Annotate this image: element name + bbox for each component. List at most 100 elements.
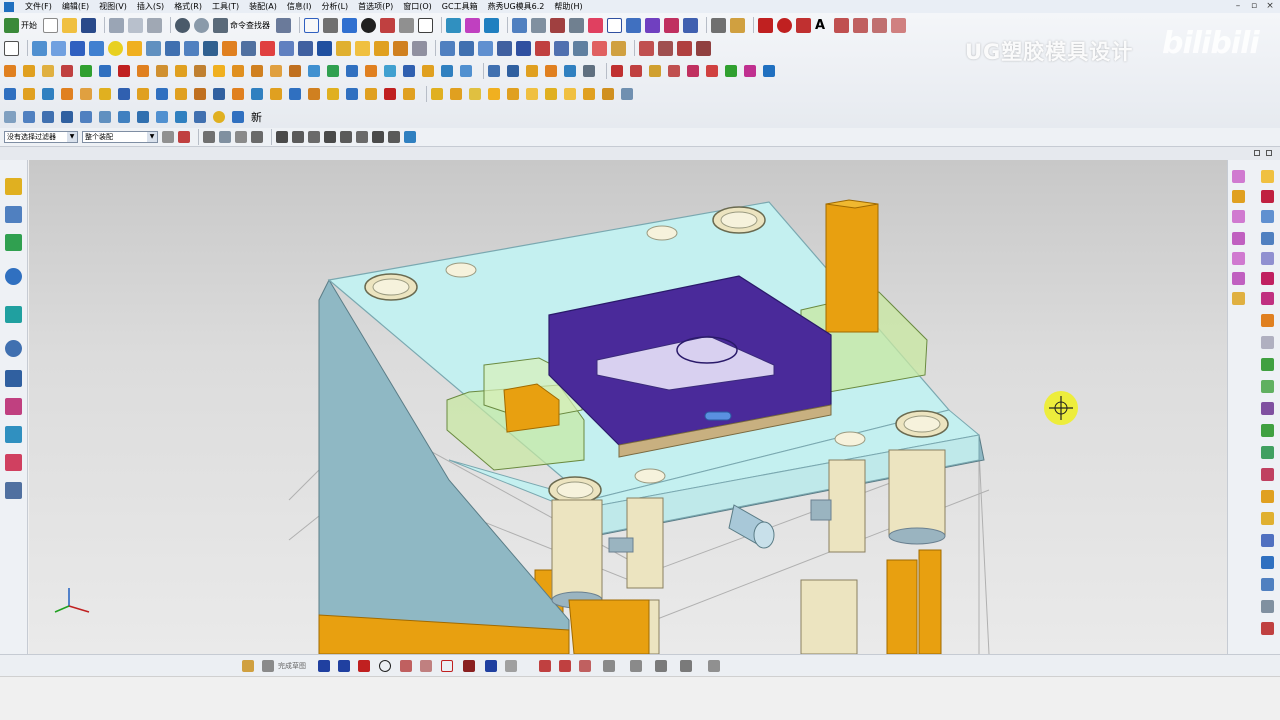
dimension-icon[interactable] [711, 17, 726, 33]
background-icon[interactable] [418, 17, 433, 33]
open-folder-icon[interactable] [62, 17, 77, 33]
mold-tool-6-icon[interactable] [99, 65, 111, 77]
roles-icon[interactable] [5, 454, 22, 471]
parting-icon[interactable] [431, 88, 443, 100]
mold-tool-20-icon[interactable] [365, 65, 377, 77]
sync-icon[interactable] [535, 40, 550, 56]
mold-tool-21-icon[interactable] [384, 65, 396, 77]
mold-tool-19-icon[interactable] [346, 65, 358, 77]
assembly-navigator-icon[interactable] [5, 178, 22, 195]
menu-window[interactable]: 窗口(O) [398, 1, 437, 12]
array-icon[interactable] [118, 111, 130, 123]
menu-information[interactable]: 信息(I) [282, 1, 317, 12]
sketch-icon[interactable] [512, 17, 527, 33]
mold-tool-16-icon[interactable] [289, 65, 301, 77]
snap-existing-icon[interactable] [356, 131, 368, 143]
sphere-icon[interactable] [89, 40, 104, 56]
tool-11-icon[interactable] [1261, 380, 1274, 393]
tool-16-icon[interactable] [1261, 490, 1274, 503]
display-mode-icon[interactable] [361, 17, 376, 33]
mold-wizard-4-icon[interactable] [1232, 232, 1245, 245]
circle-icon[interactable] [379, 660, 391, 672]
mold-tool-25-icon[interactable] [460, 65, 472, 77]
trim-tool-icon[interactable] [270, 88, 282, 100]
mold-tool-5-icon[interactable] [80, 65, 92, 77]
snap-quadrant-icon[interactable] [324, 131, 336, 143]
selection-mode-icon[interactable] [178, 131, 190, 143]
rect-select-icon[interactable] [203, 131, 215, 143]
polygon-icon[interactable] [463, 660, 475, 672]
pull-face-icon[interactable] [554, 40, 569, 56]
menu-yanxiu-mold[interactable]: 燕秀UG模具6.2 [483, 1, 550, 12]
datum-axis-icon[interactable] [550, 17, 565, 33]
undo-icon[interactable] [175, 17, 190, 33]
selection-filter-dropdown[interactable]: 没有选择过滤器 ▼ [4, 131, 78, 143]
cylinder-icon[interactable] [51, 40, 66, 56]
cavity-layout-icon[interactable] [346, 88, 358, 100]
offset-sketch-icon[interactable] [603, 660, 615, 672]
new-text-icon[interactable]: 新 [251, 109, 262, 125]
snap-arc-icon[interactable] [372, 131, 384, 143]
replace-face-icon[interactable] [478, 40, 493, 56]
pocket-icon[interactable] [203, 40, 218, 56]
tool-17-icon[interactable] [1261, 512, 1274, 525]
mold-tool-3-icon[interactable] [42, 65, 54, 77]
redo-icon[interactable] [194, 17, 209, 33]
restore-view-icon[interactable] [1254, 150, 1260, 156]
tool-4-icon[interactable] [1261, 232, 1274, 245]
snap-endpoint-icon[interactable] [276, 131, 288, 143]
mold-tool-34-icon[interactable] [649, 65, 661, 77]
mold-tool-27-icon[interactable] [507, 65, 519, 77]
menu-help[interactable]: 帮助(H) [549, 1, 587, 12]
snap-icon[interactable] [607, 17, 622, 33]
tool-14-icon[interactable] [1261, 446, 1274, 459]
extend-surface-icon[interactable] [545, 88, 557, 100]
chamfer-sketch-icon[interactable] [420, 660, 432, 672]
move-face-icon[interactable] [459, 40, 474, 56]
arrow-up-icon[interactable] [232, 111, 244, 123]
assembly-constraint-icon[interactable] [639, 40, 654, 56]
copy-icon[interactable] [128, 17, 143, 33]
edge-blend-icon[interactable] [336, 40, 351, 56]
cooling-icon[interactable] [99, 88, 111, 100]
line-tool-icon[interactable] [758, 17, 773, 33]
parting-surface-icon[interactable] [469, 88, 481, 100]
snap-center-icon[interactable] [308, 131, 320, 143]
intersect-icon[interactable] [317, 40, 332, 56]
snap-grid-icon[interactable] [23, 111, 35, 123]
revolve-icon[interactable] [146, 40, 161, 56]
lifter-icon[interactable] [137, 88, 149, 100]
minimize-icon[interactable]: – [1230, 0, 1246, 12]
mold-tool-4-icon[interactable] [61, 65, 73, 77]
extrude-icon[interactable] [127, 40, 142, 56]
info-icon[interactable] [276, 17, 291, 33]
mirror-sketch-icon[interactable] [630, 660, 642, 672]
bom-icon[interactable] [194, 88, 206, 100]
pad-icon[interactable] [222, 40, 237, 56]
shrinkage-icon[interactable] [384, 88, 396, 100]
mold-tool-13-icon[interactable] [232, 65, 244, 77]
mold-tool-37-icon[interactable] [706, 65, 718, 77]
spline-icon[interactable] [796, 17, 811, 33]
reuse-library-icon[interactable] [5, 268, 22, 285]
delete-face-icon[interactable] [497, 40, 512, 56]
highlight-icon[interactable] [251, 131, 263, 143]
snap-intersect-icon[interactable] [340, 131, 352, 143]
tool-5-icon[interactable] [1261, 252, 1274, 265]
ellipse-icon[interactable] [505, 660, 517, 672]
process-studio-icon[interactable] [5, 398, 22, 415]
tool-12-icon[interactable] [1261, 402, 1274, 415]
tool-7-icon[interactable] [1261, 292, 1274, 305]
mold-tool-31-icon[interactable] [583, 65, 595, 77]
fit-view-icon[interactable] [304, 17, 319, 33]
pattern-icon[interactable] [730, 17, 745, 33]
offset-face-icon[interactable] [440, 40, 455, 56]
command-finder-button[interactable]: 命令查找器 [213, 17, 270, 33]
point-sketch-icon[interactable] [485, 660, 497, 672]
rotate-icon[interactable] [484, 17, 499, 33]
feature-icon[interactable] [683, 17, 698, 33]
select-icon[interactable] [4, 40, 19, 56]
new-file-icon[interactable] [43, 17, 58, 33]
menu-insert[interactable]: 插入(S) [132, 1, 169, 12]
menu-assembly[interactable]: 装配(A) [244, 1, 282, 12]
